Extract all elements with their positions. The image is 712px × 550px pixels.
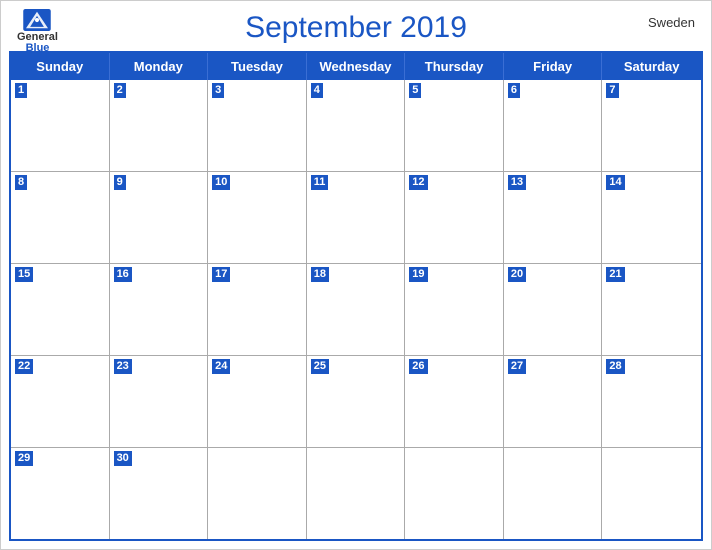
day-number: 13: [508, 175, 526, 190]
generalblue-logo-icon: [23, 9, 51, 31]
day-header-monday: Monday: [110, 53, 209, 80]
logo-blue-text: Blue: [26, 43, 50, 54]
day-headers-row: SundayMondayTuesdayWednesdayThursdayFrid…: [11, 53, 701, 80]
day-number: 10: [212, 175, 230, 190]
day-cell-empty: [602, 448, 701, 539]
day-cell-21: 21: [602, 264, 701, 355]
day-cell-2: 2: [110, 80, 209, 171]
day-cell-28: 28: [602, 356, 701, 447]
day-header-wednesday: Wednesday: [307, 53, 406, 80]
weeks-container: 1234567891011121314151617181920212223242…: [11, 80, 701, 539]
day-cell-7: 7: [602, 80, 701, 171]
day-number: 27: [508, 359, 526, 374]
week-row-4: 22 23 24 25 26 27 28: [11, 355, 701, 447]
day-number: 8: [15, 175, 27, 190]
day-cell-17: 17: [208, 264, 307, 355]
day-number: 23: [114, 359, 132, 374]
day-number: 19: [409, 267, 427, 282]
day-number: 26: [409, 359, 427, 374]
day-number: 17: [212, 267, 230, 282]
logo-area: General Blue: [17, 9, 58, 54]
country-label: Sweden: [648, 15, 695, 30]
day-cell-22: 22: [11, 356, 110, 447]
day-cell-5: 5: [405, 80, 504, 171]
day-number: 5: [409, 83, 421, 98]
day-cell-29: 29: [11, 448, 110, 539]
calendar-header: General Blue September 2019 Sweden: [1, 1, 711, 51]
day-cell-15: 15: [11, 264, 110, 355]
day-number: 16: [114, 267, 132, 282]
day-number: 30: [114, 451, 132, 466]
day-cell-9: 9: [110, 172, 209, 263]
day-header-thursday: Thursday: [405, 53, 504, 80]
day-number: 18: [311, 267, 329, 282]
day-cell-4: 4: [307, 80, 406, 171]
day-cell-empty: [405, 448, 504, 539]
day-cell-10: 10: [208, 172, 307, 263]
day-number: 9: [114, 175, 126, 190]
calendar-title: September 2019: [245, 11, 467, 45]
day-cell-empty: [307, 448, 406, 539]
day-cell-1: 1: [11, 80, 110, 171]
day-cell-26: 26: [405, 356, 504, 447]
day-header-friday: Friday: [504, 53, 603, 80]
day-header-tuesday: Tuesday: [208, 53, 307, 80]
day-number: 2: [114, 83, 126, 98]
day-cell-25: 25: [307, 356, 406, 447]
day-number: 22: [15, 359, 33, 374]
day-number: 7: [606, 83, 618, 98]
day-cell-27: 27: [504, 356, 603, 447]
day-cell-23: 23: [110, 356, 209, 447]
calendar-container: General Blue September 2019 Sweden Sunda…: [0, 0, 712, 550]
day-cell-19: 19: [405, 264, 504, 355]
day-number: 24: [212, 359, 230, 374]
day-number: 25: [311, 359, 329, 374]
day-cell-11: 11: [307, 172, 406, 263]
day-number: 21: [606, 267, 624, 282]
day-number: 11: [311, 175, 329, 190]
day-cell-12: 12: [405, 172, 504, 263]
day-cell-13: 13: [504, 172, 603, 263]
week-row-5: 29 30: [11, 447, 701, 539]
day-header-saturday: Saturday: [602, 53, 701, 80]
day-number: 12: [409, 175, 427, 190]
day-header-sunday: Sunday: [11, 53, 110, 80]
day-number: 29: [15, 451, 33, 466]
week-row-2: 8 9 10 11 12 13 14: [11, 171, 701, 263]
day-number: 28: [606, 359, 624, 374]
day-cell-18: 18: [307, 264, 406, 355]
day-number: 20: [508, 267, 526, 282]
day-number: 6: [508, 83, 520, 98]
day-cell-empty: [208, 448, 307, 539]
day-cell-20: 20: [504, 264, 603, 355]
day-cell-empty: [504, 448, 603, 539]
day-number: 3: [212, 83, 224, 98]
day-cell-24: 24: [208, 356, 307, 447]
week-row-3: 15 16 17 18 19 20 21: [11, 263, 701, 355]
week-row-1: 1 2 3 4 5 6 7: [11, 80, 701, 171]
day-number: 15: [15, 267, 33, 282]
calendar-grid: SundayMondayTuesdayWednesdayThursdayFrid…: [9, 51, 703, 541]
day-cell-14: 14: [602, 172, 701, 263]
day-cell-8: 8: [11, 172, 110, 263]
day-number: 14: [606, 175, 624, 190]
day-cell-16: 16: [110, 264, 209, 355]
day-number: 1: [15, 83, 27, 98]
day-cell-30: 30: [110, 448, 209, 539]
day-cell-3: 3: [208, 80, 307, 171]
day-number: 4: [311, 83, 323, 98]
day-cell-6: 6: [504, 80, 603, 171]
